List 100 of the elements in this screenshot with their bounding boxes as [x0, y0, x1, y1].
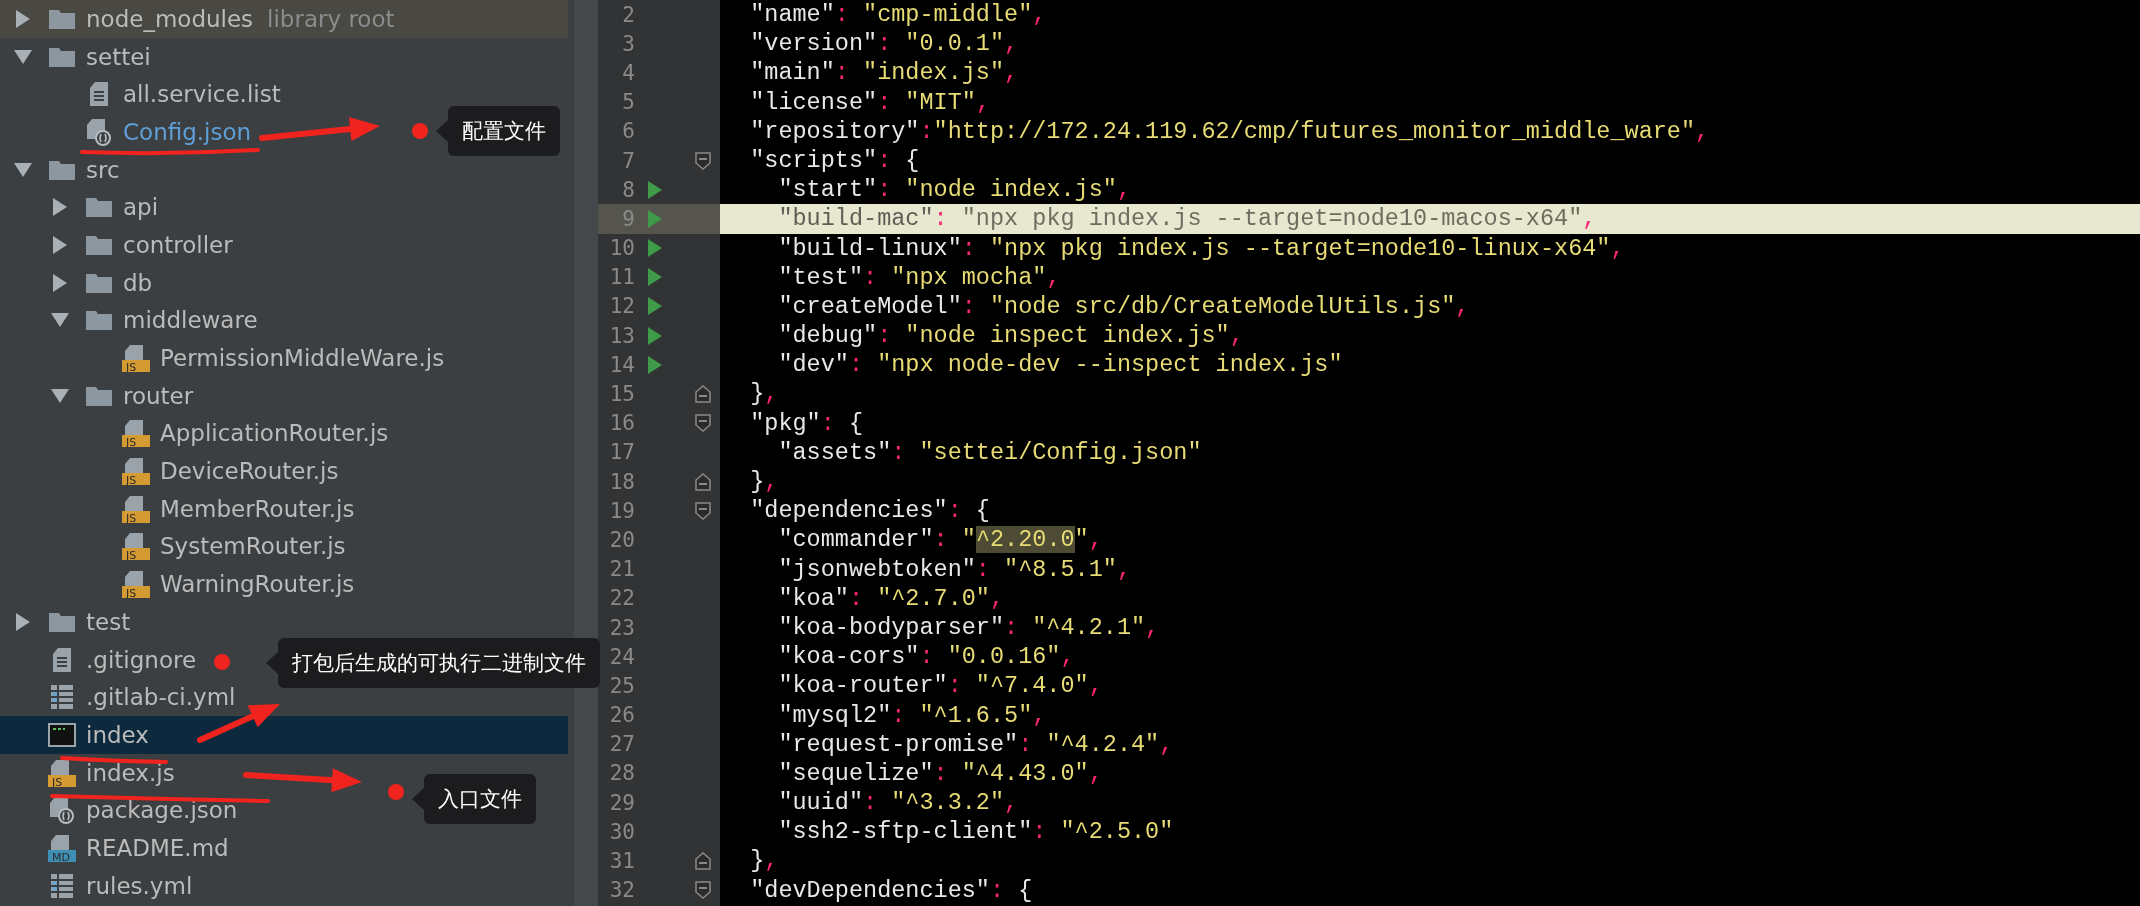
code-line: "test": "npx mocha", [777, 262, 1062, 292]
tree-item[interactable]: JS SystemRouter.js [0, 527, 352, 566]
json-file-icon [86, 117, 112, 146]
tree-item[interactable]: .gitlab-ci.yml [0, 678, 242, 717]
tree-item[interactable]: rules.yml [0, 866, 199, 905]
tree-item[interactable]: MD README.md [0, 829, 235, 867]
line-number: 32 [608, 878, 635, 903]
table-file-icon [50, 872, 74, 899]
line-number: 31 [608, 849, 635, 874]
line-number: 30 [608, 819, 635, 844]
line-number: 2 [621, 2, 635, 27]
fold-marker-icon[interactable] [695, 881, 711, 900]
code-line: "jsonwebtoken": "^8.5.1", [777, 554, 1132, 584]
line-number: 18 [608, 469, 635, 494]
code-line: "koa-router": "^7.4.0", [777, 671, 1104, 701]
line-number: 11 [608, 265, 635, 290]
fold-marker-icon[interactable] [695, 151, 711, 170]
code-line: "createModel": "node src/db/CreateModelUtils.js", [777, 291, 1471, 322]
code-line: "pkg": { [749, 408, 865, 438]
expand-arrow-icon[interactable] [52, 197, 68, 218]
tree-item[interactable]: test [0, 603, 137, 641]
run-icon[interactable] [647, 267, 663, 288]
code-line: "dev": "npx node-dev --inspect index.js" [777, 350, 1344, 380]
code-line: }, [749, 379, 780, 409]
code-line: "uuid": "^3.3.2", [777, 788, 1020, 818]
line-number: 26 [608, 703, 635, 728]
terminal-icon [48, 722, 76, 747]
fold-marker-icon[interactable] [695, 472, 711, 491]
tree-item[interactable]: middleware [0, 301, 264, 340]
line-number: 29 [608, 790, 635, 815]
line-number: 12 [608, 294, 635, 319]
line-number: 17 [608, 440, 635, 465]
line-number: 16 [608, 411, 635, 436]
expand-arrow-icon[interactable] [52, 234, 68, 255]
line-number: 7 [621, 148, 635, 173]
run-icon[interactable] [647, 354, 663, 375]
callout-label: 打包后生成的可执行二进制文件 [278, 638, 600, 688]
fold-marker-icon[interactable] [695, 385, 711, 404]
collapse-arrow-icon[interactable] [13, 161, 33, 178]
expand-arrow-icon[interactable] [15, 8, 31, 29]
tree-item[interactable]: JS WarningRouter.js [0, 565, 361, 603]
line-number: 10 [608, 236, 635, 261]
code-line: "commander": "^2.20.0", [777, 525, 1104, 555]
code-line: "ssh2-sftp-client": "^2.5.0" [777, 817, 1175, 847]
dot-marker [388, 784, 404, 800]
tree-item[interactable]: src [0, 150, 126, 189]
tree-item[interactable]: Config.json [0, 113, 258, 151]
tree-item[interactable]: controller [0, 226, 239, 264]
folder-icon [48, 45, 76, 68]
folder-icon [85, 309, 113, 332]
tree-item[interactable]: package.json [0, 791, 244, 830]
code-line: "devDependencies": { [749, 875, 1034, 905]
run-icon[interactable] [647, 238, 663, 259]
fold-marker-icon[interactable] [695, 501, 711, 520]
fold-marker-icon[interactable] [695, 414, 711, 433]
collapse-arrow-icon[interactable] [13, 48, 33, 65]
tree-item[interactable]: router [0, 376, 200, 415]
text-file-icon [52, 646, 72, 673]
tree-item[interactable]: JS index.js [0, 753, 181, 792]
folder-icon [85, 271, 113, 294]
code-line: }, [749, 846, 780, 876]
line-number: 24 [608, 644, 635, 669]
collapse-arrow-icon[interactable] [50, 387, 70, 404]
folder-icon [48, 158, 76, 181]
folder-icon [85, 196, 113, 219]
run-icon[interactable] [647, 296, 663, 317]
line-number: 27 [608, 732, 635, 757]
tree-item[interactable]: index [0, 716, 568, 754]
callout-pointer [412, 788, 424, 810]
expand-arrow-icon[interactable] [15, 611, 31, 632]
line-number: 8 [621, 177, 635, 202]
tree-item[interactable]: settei [0, 37, 157, 76]
tree-item[interactable]: JS ApplicationRouter.js [0, 414, 395, 453]
line-number: 28 [608, 761, 635, 786]
tree-item[interactable]: all.service.list [0, 75, 287, 114]
tree-item[interactable]: node_modules library root [0, 0, 568, 38]
callout-pointer [436, 120, 448, 142]
tree-item[interactable]: JS MemberRouter.js [0, 489, 361, 528]
line-number: 6 [621, 119, 635, 144]
line-number: 21 [608, 557, 635, 582]
collapse-arrow-icon[interactable] [50, 312, 70, 329]
expand-arrow-icon[interactable] [52, 272, 68, 293]
line-number: 20 [608, 527, 635, 552]
line-number: 9 [621, 206, 635, 231]
callout-pointer [266, 652, 278, 674]
fold-marker-icon[interactable] [695, 852, 711, 871]
tree-item[interactable]: db [0, 263, 159, 302]
tree-item[interactable]: JS DeviceRouter.js [0, 452, 345, 490]
line-number: 15 [608, 382, 635, 407]
tree-item[interactable]: .gitignore [0, 640, 203, 679]
run-icon[interactable] [647, 179, 663, 200]
library-root-label: library root [267, 5, 395, 32]
code-line: "sequelize": "^4.43.0", [777, 758, 1104, 789]
line-number: 3 [621, 31, 635, 56]
line-number: 22 [608, 586, 635, 611]
tree-item[interactable]: JS PermissionMiddleWare.js [0, 339, 451, 377]
run-icon[interactable] [647, 325, 663, 346]
code-line: }, [749, 467, 780, 497]
tree-item[interactable]: api [0, 188, 165, 227]
folder-icon [48, 610, 76, 633]
